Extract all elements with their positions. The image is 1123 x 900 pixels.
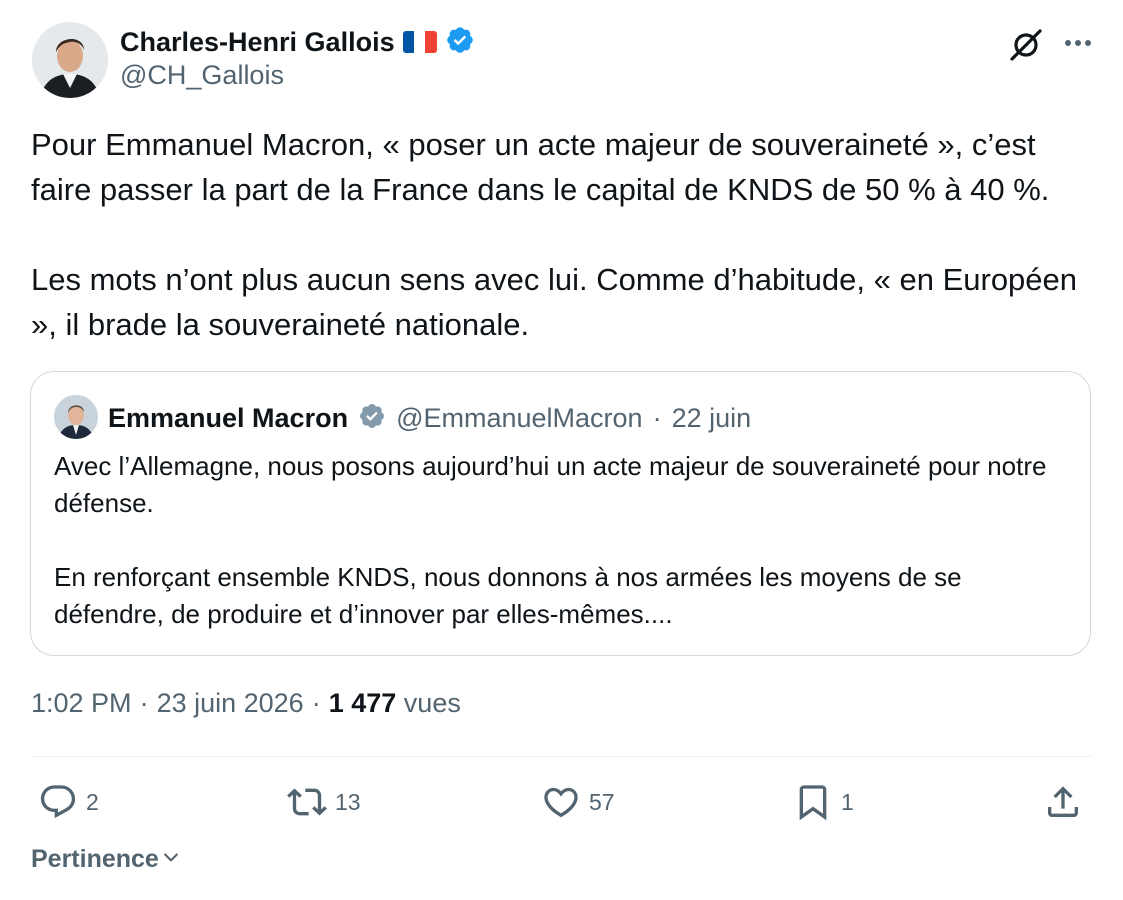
tweet-time[interactable]: 1:02 PM: [31, 688, 132, 719]
more-options-icon[interactable]: [1058, 23, 1098, 63]
retweet-count: 13: [335, 788, 361, 815]
chevron-down-icon: [161, 845, 181, 874]
quoted-paragraph: En renforçant ensemble KNDS, nous donnon…: [54, 562, 962, 629]
author-name[interactable]: Charles-Henri Gallois: [120, 27, 395, 58]
reply-icon: [38, 782, 78, 822]
bookmark-button[interactable]: 1: [793, 780, 854, 824]
tweet-paragraph: Les mots n’ont plus aucun sens avec lui.…: [31, 262, 1078, 342]
sort-dropdown[interactable]: Pertinence: [31, 845, 181, 874]
quoted-tweet-date[interactable]: 22 juin: [672, 403, 752, 434]
separator-dot: ·: [139, 688, 149, 718]
share-button[interactable]: [1043, 780, 1083, 824]
separator-dot: ·: [311, 688, 321, 718]
quoted-tweet-text: Avec l’Allemagne, nous posons aujourd’hu…: [54, 448, 1074, 633]
verified-badge-icon[interactable]: [445, 25, 475, 60]
gray-check-badge-icon: [358, 402, 386, 435]
reply-button[interactable]: 2: [38, 780, 99, 824]
quoted-paragraph: Avec l’Allemagne, nous posons aujourd’hu…: [54, 451, 1047, 518]
bookmark-count: 1: [841, 788, 854, 815]
like-count: 57: [589, 788, 615, 815]
tweet-meta: 1:02 PM · 23 juin 2026 · 1 477 vues: [31, 688, 461, 719]
separator-dot: ·: [652, 402, 662, 433]
views-label: vues: [403, 688, 461, 718]
france-flag-icon: [402, 31, 437, 53]
author-handle[interactable]: @CH_Gallois: [120, 60, 284, 91]
grok-icon[interactable]: [1004, 23, 1048, 67]
reply-count: 2: [86, 788, 99, 815]
retweet-icon: [287, 782, 327, 822]
quoted-author-avatar[interactable]: [54, 395, 98, 439]
sort-label: Pertinence: [31, 845, 159, 873]
views-count: 1 477: [328, 688, 397, 718]
tweet-paragraph: Pour Emmanuel Macron, « poser un acte ma…: [31, 127, 1050, 207]
bookmark-icon: [793, 782, 833, 822]
quoted-author-handle[interactable]: @EmmanuelMacron: [396, 403, 643, 434]
share-icon: [1043, 782, 1083, 822]
quoted-author-name[interactable]: Emmanuel Macron: [108, 403, 348, 434]
heart-icon: [541, 782, 581, 822]
tweet-date[interactable]: 23 juin 2026: [157, 688, 304, 719]
retweet-button[interactable]: 13: [287, 780, 361, 824]
like-button[interactable]: 57: [541, 780, 615, 824]
tweet-text: Pour Emmanuel Macron, « poser un acte ma…: [31, 122, 1101, 347]
divider: [31, 756, 1093, 757]
author-avatar[interactable]: [32, 22, 108, 98]
